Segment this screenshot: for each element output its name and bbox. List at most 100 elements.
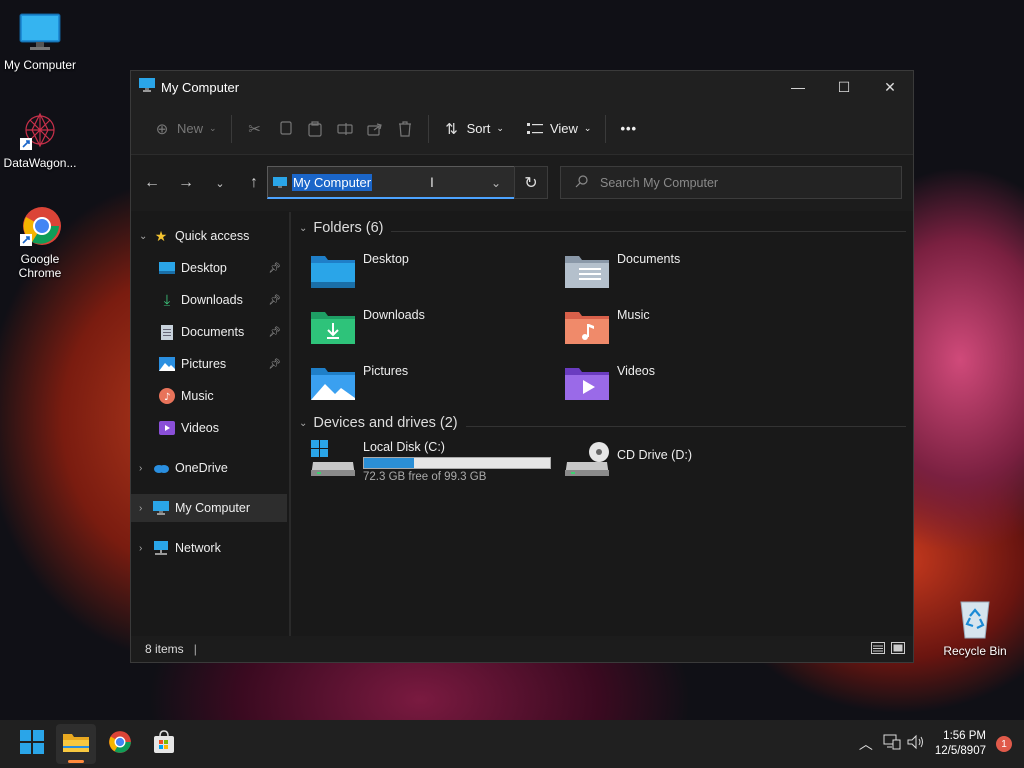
nav-label: Quick access (175, 229, 250, 243)
cloud-icon (153, 460, 169, 476)
drives-section-header[interactable]: ⌄ Devices and drives (2) (299, 415, 458, 431)
sort-arrows-icon: ⇅ (445, 120, 458, 138)
chrome-icon (18, 204, 62, 248)
details-view-icon[interactable] (871, 641, 885, 657)
document-icon (159, 324, 175, 340)
trash-icon (396, 120, 414, 138)
text-cursor-icon: I (430, 174, 434, 190)
delete-button[interactable] (390, 113, 420, 145)
desktop-icon-recycle-bin[interactable]: Recycle Bin (935, 596, 1015, 658)
folder-music[interactable]: Music (565, 308, 650, 344)
nav-label: Videos (181, 421, 219, 435)
chevron-right-icon: › (139, 462, 143, 474)
folder-pictures[interactable]: Pictures (311, 364, 408, 400)
copy-button[interactable] (270, 113, 300, 145)
recycle-bin-icon (953, 596, 997, 640)
search-input[interactable] (598, 174, 882, 191)
toolbar-divider (605, 114, 607, 143)
cut-button[interactable]: ✂ (240, 113, 270, 145)
desktop-icon-google-chrome[interactable]: Google Chrome (0, 204, 80, 280)
video-icon (159, 420, 175, 436)
address-history-dropdown[interactable]: ⌄ (481, 166, 511, 199)
sort-label: Sort (466, 121, 491, 136)
drive-usage-fill (364, 458, 415, 468)
network-icon[interactable] (883, 734, 901, 755)
chevron-down-icon: ⌄ (209, 123, 217, 133)
new-button[interactable]: ⊕ New ⌄ (147, 113, 223, 145)
nav-onedrive[interactable]: › OneDrive (131, 454, 287, 482)
nav-item-pictures[interactable]: Pictures 📌︎ (131, 350, 287, 378)
search-box[interactable] (560, 166, 902, 199)
show-hidden-icons-button[interactable]: ︿ (859, 734, 873, 754)
download-arrow-icon: ⤓ (163, 291, 171, 309)
copy-icon (276, 120, 294, 138)
taskbar-file-explorer[interactable] (56, 724, 96, 764)
nav-network[interactable]: › Network (131, 534, 287, 562)
desktop-icon-label: Recycle Bin (943, 644, 1007, 658)
nav-item-music[interactable]: ♪ Music (131, 382, 287, 410)
folder-videos[interactable]: Videos (565, 364, 655, 400)
large-icons-view-icon[interactable] (891, 641, 905, 657)
svg-text:♪: ♪ (164, 392, 170, 403)
nav-my-computer[interactable]: › My Computer (131, 494, 287, 522)
taskbar-store[interactable] (144, 724, 184, 764)
notification-badge[interactable]: 1 (996, 736, 1012, 752)
clock-date: 12/5/8907 (934, 745, 986, 757)
nav-label: OneDrive (175, 461, 228, 475)
volume-icon[interactable] (907, 734, 925, 755)
drive-free-space: 72.3 GB free of 99.3 GB (363, 471, 487, 483)
close-button[interactable]: ✕ (867, 71, 913, 103)
taskbar-chrome[interactable] (100, 724, 140, 764)
pin-icon: 📌︎ (268, 358, 281, 370)
folder-downloads[interactable]: Downloads (311, 308, 425, 344)
rename-button[interactable] (330, 113, 360, 145)
recent-locations-button[interactable]: ⌄ (203, 168, 237, 198)
content-area: ⌄ Folders (6) Desktop Documents Download… (291, 212, 913, 637)
drive-usage-bar (363, 457, 551, 469)
drive-cd-d[interactable]: CD Drive (D:) (565, 440, 692, 480)
folder-icon (63, 732, 89, 757)
monitor-icon (18, 10, 62, 54)
clock[interactable]: 1:56 PM 12/5/8907 (935, 729, 986, 759)
folder-label: Music (617, 308, 650, 322)
star-icon: ★ (154, 227, 168, 244)
status-bar: 8 items | (131, 636, 913, 662)
minimize-button[interactable]: — (775, 71, 821, 103)
computer-icon (153, 500, 169, 516)
view-button[interactable]: View ⌄ (520, 113, 598, 145)
nav-quick-access[interactable]: ⌄ ★ Quick access (131, 222, 287, 250)
nav-item-documents[interactable]: Documents 📌︎ (131, 318, 287, 346)
back-button[interactable]: ← (135, 168, 169, 198)
forward-button[interactable]: → (169, 168, 203, 198)
folders-section-header[interactable]: ⌄ Folders (6) (299, 220, 384, 236)
desktop-icon-label: DataWagon... (3, 156, 77, 170)
pin-icon: 📌︎ (268, 294, 281, 306)
see-more-button[interactable]: ••• (614, 113, 643, 145)
chevron-down-icon: ⌄ (583, 123, 592, 133)
refresh-button[interactable]: ↻ (514, 166, 548, 199)
nav-item-desktop[interactable]: Desktop 📌︎ (131, 254, 287, 282)
pin-icon: 📌︎ (268, 262, 281, 274)
folder-documents[interactable]: Documents (565, 252, 680, 288)
folder-desktop[interactable]: Desktop (311, 252, 409, 288)
share-button[interactable] (360, 113, 390, 145)
drive-local-disk-c[interactable]: Local Disk (C:) 72.3 GB free of 99.3 GB (311, 440, 551, 483)
item-count: 8 items (145, 642, 184, 656)
chevron-down-icon: ⌄ (139, 230, 148, 242)
desktop-icon-datawagon[interactable]: DataWagon... (0, 108, 80, 170)
rename-icon (336, 120, 354, 138)
sort-button[interactable]: ⇅ Sort ⌄ (437, 113, 510, 145)
start-button[interactable] (12, 724, 52, 764)
maximize-button[interactable]: ☐ (821, 71, 867, 103)
desktop-icon-label: My Computer (3, 58, 77, 72)
paste-button[interactable] (300, 113, 330, 145)
nav-item-videos[interactable]: Videos (131, 414, 287, 442)
up-button[interactable]: ↑ (237, 168, 271, 198)
system-tray: ︿ 1:56 PM 12/5/8907 1 (859, 720, 1024, 768)
desktop-icon-my-computer[interactable]: My Computer (0, 10, 80, 72)
nav-item-downloads[interactable]: ⤓ Downloads 📌︎ (131, 286, 287, 314)
title-bar[interactable]: My Computer — ☐ ✕ (131, 71, 913, 103)
drive-label: Local Disk (C:) (363, 440, 445, 454)
section-title: Devices and drives (2) (313, 415, 458, 431)
chevron-down-icon: ⌄ (496, 123, 504, 133)
